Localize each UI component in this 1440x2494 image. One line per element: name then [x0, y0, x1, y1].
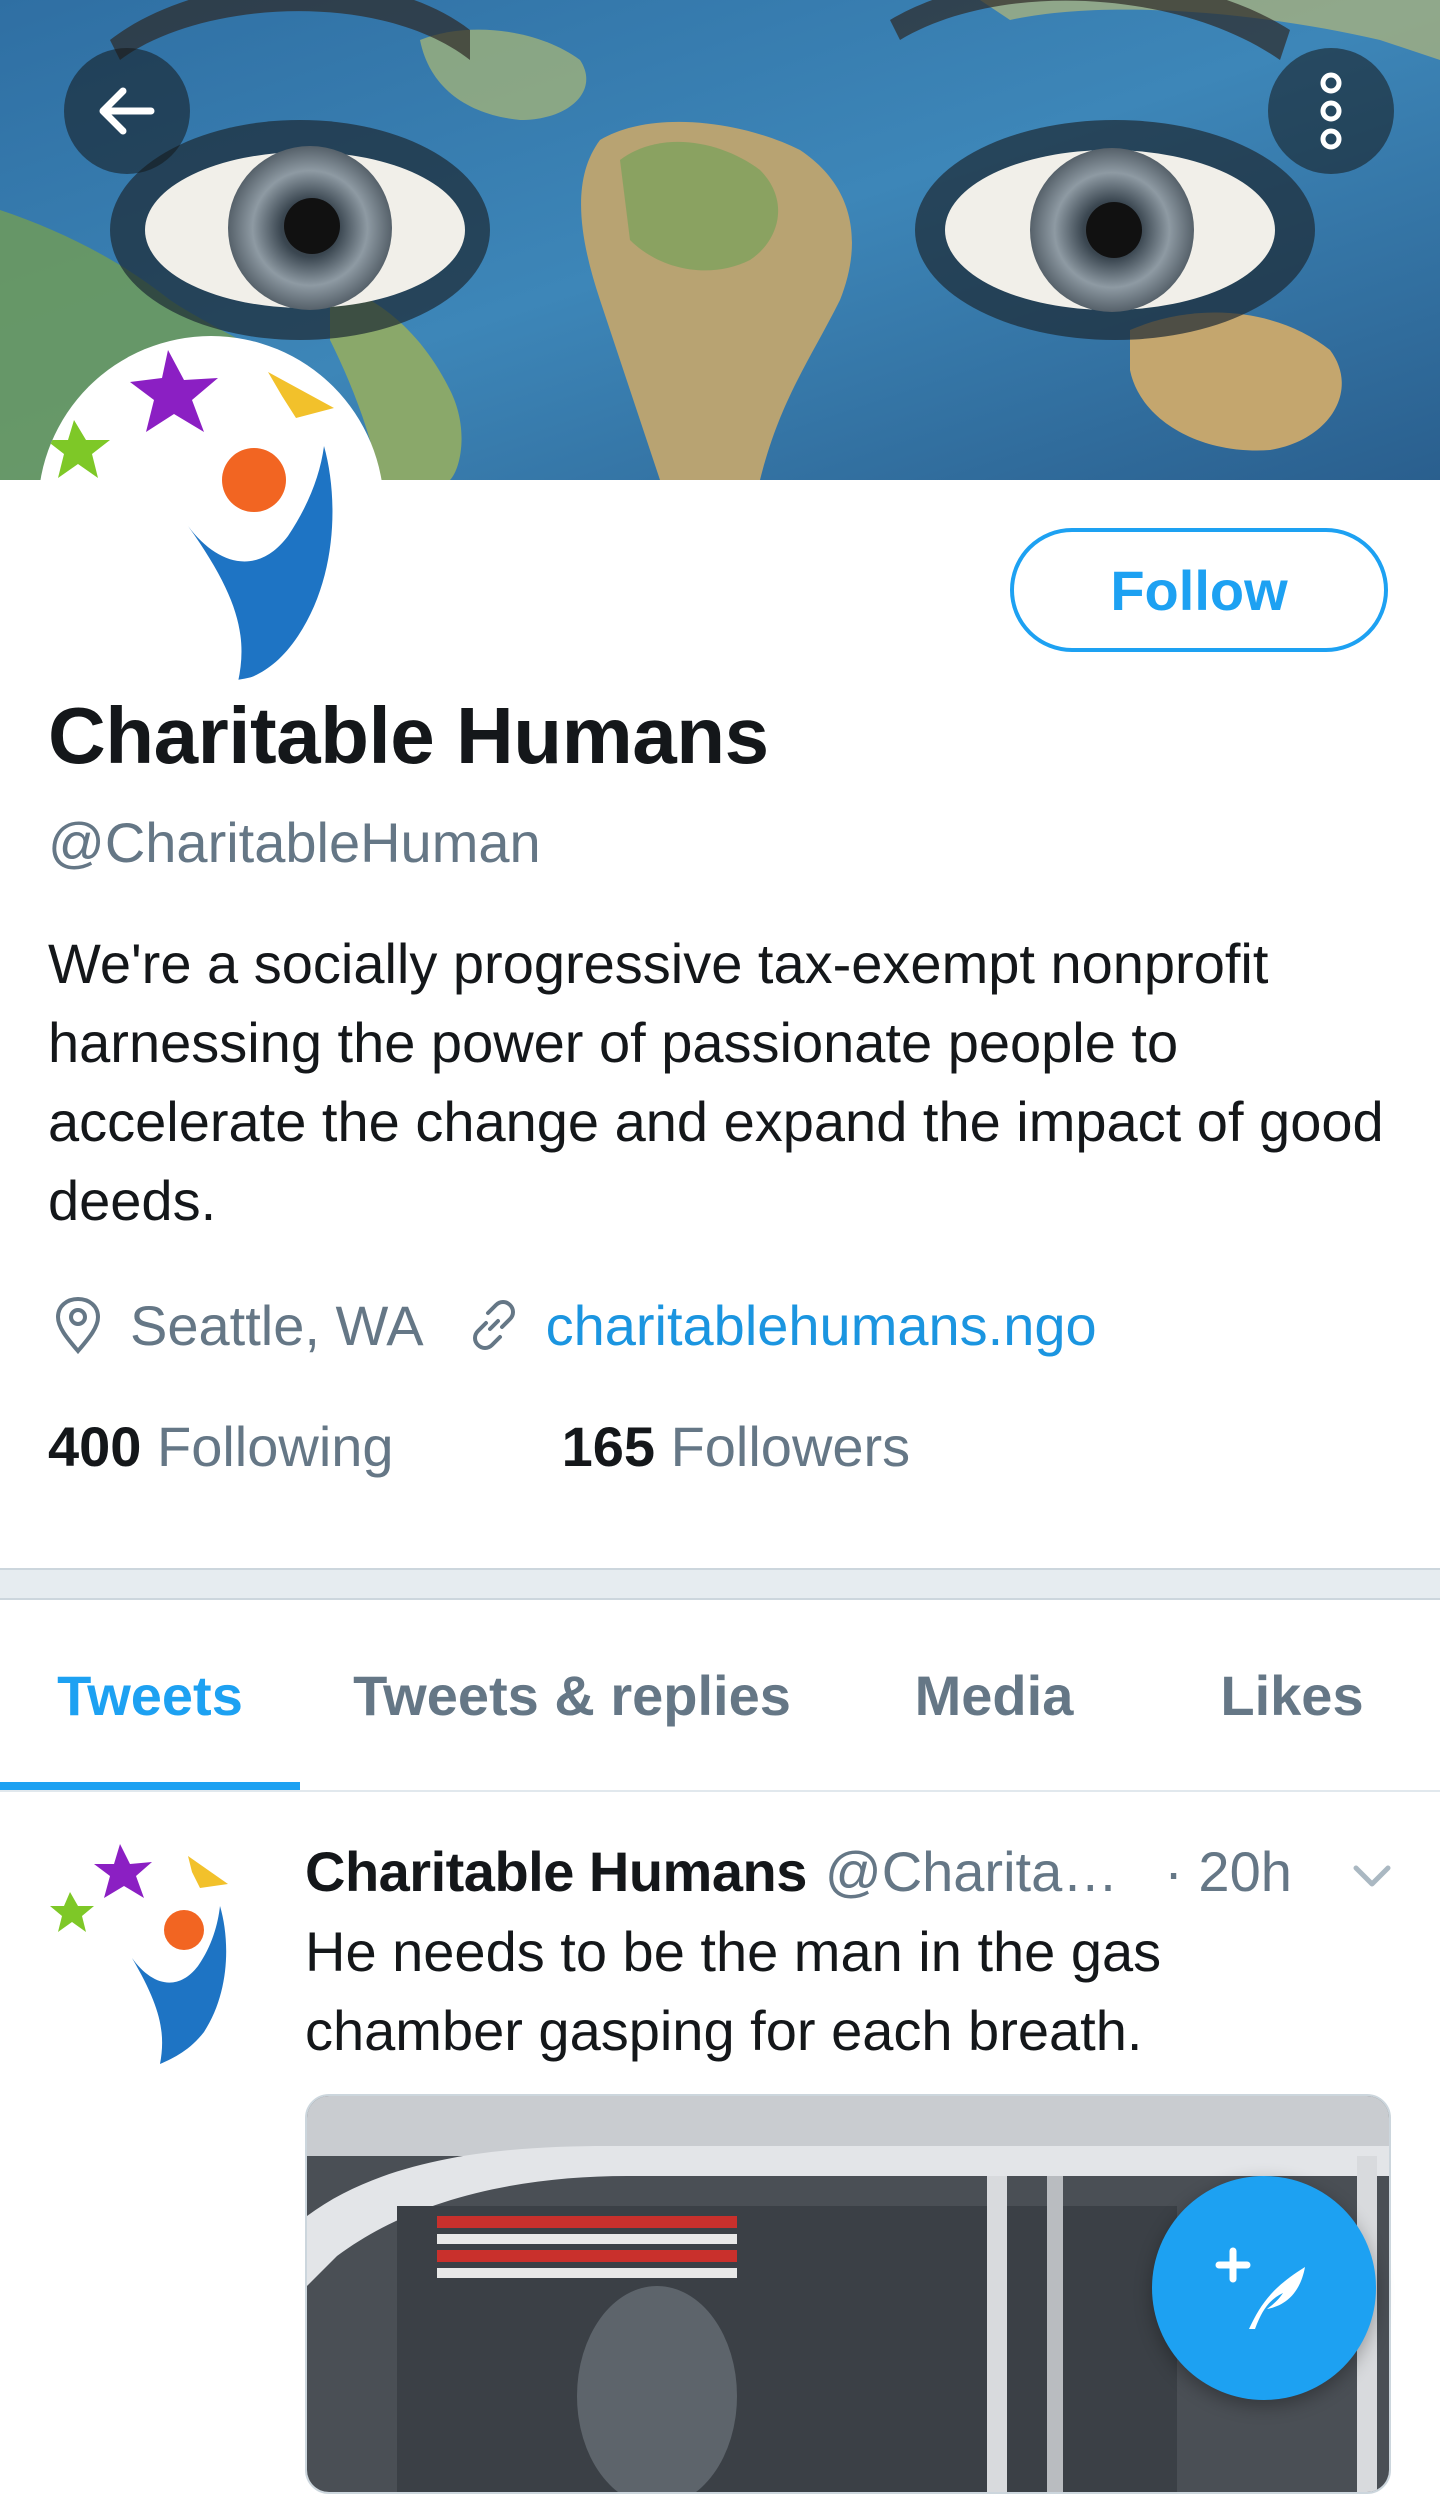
- profile-bio: We're a socially progressive tax-exempt …: [48, 932, 1384, 1232]
- arrow-left-icon: [99, 87, 155, 135]
- tweet-avatar[interactable]: [48, 1836, 248, 2066]
- following-count: 400: [48, 1415, 142, 1478]
- chevron-down-icon: [1353, 1865, 1391, 1887]
- followers-count: 165: [561, 1415, 655, 1478]
- tab-media[interactable]: Media: [844, 1600, 1144, 1790]
- followers-stat[interactable]: 165 Followers: [562, 1414, 911, 1479]
- tab-tweets[interactable]: Tweets: [0, 1600, 300, 1790]
- profile-handle: @CharitableHuman: [48, 811, 541, 874]
- following-label: Following: [157, 1415, 394, 1478]
- charitable-humans-logo: [50, 1844, 228, 2064]
- back-button[interactable]: [64, 48, 190, 174]
- followers-label: Followers: [670, 1415, 911, 1478]
- profile-display-name: Charitable Humans: [48, 691, 769, 780]
- tab-tweets-replies[interactable]: Tweets & replies: [300, 1600, 844, 1790]
- active-tab-indicator: [0, 1782, 300, 1790]
- tweet-author-handle[interactable]: @Charita…: [825, 1839, 1118, 1904]
- more-vertical-icon: [1320, 72, 1342, 150]
- compose-tweet-button[interactable]: [1152, 2176, 1376, 2400]
- profile-avatar[interactable]: [38, 336, 384, 682]
- tab-likes[interactable]: Likes: [1144, 1600, 1440, 1790]
- profile-meta-row: Seattle, WA charitablehumans.ngo: [48, 1290, 1097, 1360]
- compose-tweet-icon: [1215, 2247, 1305, 2329]
- profile-location: Seattle, WA: [130, 1293, 424, 1357]
- link-icon: [464, 1295, 524, 1355]
- section-divider: [0, 1568, 1440, 1600]
- profile-website-link[interactable]: charitablehumans.ngo: [546, 1293, 1097, 1358]
- location-pin-icon: [48, 1295, 108, 1355]
- more-options-button[interactable]: [1268, 48, 1394, 174]
- tweet-author-name[interactable]: Charitable Humans: [305, 1839, 807, 1904]
- tweet-header: Charitable Humans @Charita… · 20h: [305, 1836, 1305, 1906]
- follow-button[interactable]: Follow: [1010, 528, 1388, 652]
- following-stat[interactable]: 400 Following: [48, 1414, 394, 1479]
- tweet-timestamp: · 20h: [1164, 1839, 1292, 1903]
- profile-tabs: Tweets Tweets & replies Media Likes: [0, 1600, 1440, 1792]
- tweet-text: He needs to be the man in the gas chambe…: [305, 1920, 1162, 2062]
- profile-stats: 400 Following 165 Followers: [48, 1414, 910, 1479]
- tweet-menu-button[interactable]: [1348, 1852, 1396, 1900]
- charitable-humans-logo: [46, 350, 334, 682]
